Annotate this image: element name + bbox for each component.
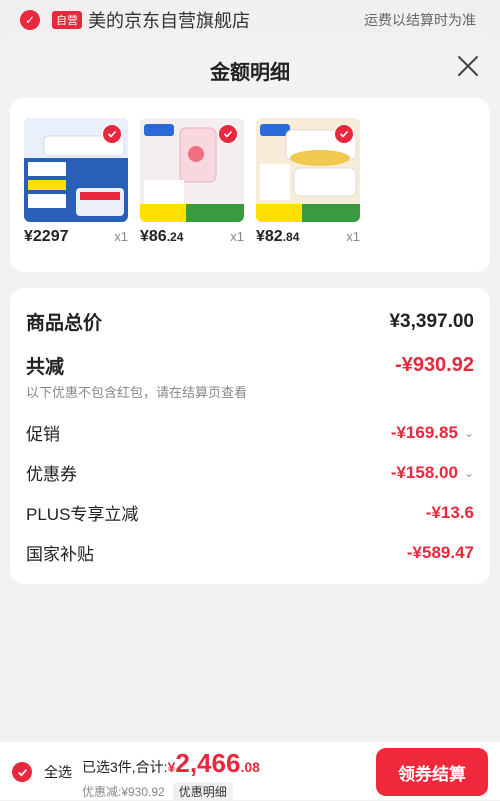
sheet-title: 金额明细: [210, 62, 290, 84]
checkout-button[interactable]: 领券结算: [376, 748, 488, 796]
promotion-value: -¥169.85 ⌄: [390, 422, 474, 442]
product-quantity: x1: [114, 229, 128, 244]
price-summary-card: 商品总价 ¥3,397.00 共减 -¥930.92 以下优惠不包含红包，请在结…: [10, 288, 490, 584]
total-price-label: 商品总价: [26, 313, 103, 334]
discount-detail-button[interactable]: 优惠明细: [172, 782, 233, 801]
product-price: ¥82.84: [256, 228, 300, 245]
total-price-row: 商品总价 ¥3,397.00: [26, 308, 474, 335]
total-reduce-value: -¥930.92: [395, 354, 474, 376]
promotion-row[interactable]: 促销 -¥169.85 ⌄: [26, 420, 474, 445]
product-quantity: x1: [230, 229, 244, 244]
total-price-value: ¥3,397.00: [389, 310, 474, 332]
product-price: ¥2297: [24, 228, 69, 245]
store-header: ✓ 自营 美的京东自营旗舰店 运费以结算时为准: [0, 0, 500, 40]
product-image: [256, 118, 360, 222]
product-image: [140, 118, 244, 222]
amount-detail-sheet: 金额明细 ¥2297 x1 ¥86.24 x1 ¥82.84 x1 商品总价 ¥…: [0, 36, 500, 800]
discount-note: 以下优惠不包含红包，请在结算页查看: [26, 385, 248, 400]
selected-count-label: 已选3件,合计:: [82, 759, 168, 775]
product-check-icon[interactable]: [334, 124, 354, 144]
total-amount: ¥2,466.08: [167, 748, 260, 778]
total-reduce-row: 共减 -¥930.92: [26, 352, 474, 379]
select-all-check-icon[interactable]: [12, 762, 32, 782]
chevron-down-icon: ⌄: [463, 465, 474, 480]
coupon-row[interactable]: 优惠券 -¥158.00 ⌄: [26, 460, 474, 485]
shipping-note: 运费以结算时为准: [364, 12, 476, 28]
product-check-icon[interactable]: [102, 124, 122, 144]
promotion-label: 促销: [26, 425, 60, 444]
bottom-checkout-bar: 全选 已选3件,合计: ¥2,466.08 优惠减:¥930.92 优惠明细 领…: [0, 742, 500, 801]
store-check-icon[interactable]: ✓: [20, 10, 40, 30]
product-list-card: ¥2297 x1 ¥86.24 x1 ¥82.84 x1: [10, 98, 490, 272]
plus-discount-value: -¥13.6: [425, 502, 474, 522]
product-image: [24, 118, 128, 222]
product-item[interactable]: ¥86.24 x1: [140, 118, 244, 246]
coupon-value: -¥158.00 ⌄: [390, 462, 474, 482]
national-subsidy-row: 国家补贴 -¥589.47: [26, 540, 474, 565]
product-item[interactable]: ¥2297 x1: [24, 118, 128, 246]
product-check-icon[interactable]: [218, 124, 238, 144]
discount-line: 优惠减:¥930.92 优惠明细: [82, 782, 233, 801]
total-reduce-label: 共减: [26, 357, 65, 378]
total-line: 已选3件,合计: ¥2,466.08: [82, 748, 260, 779]
national-subsidy-label: 国家补贴: [26, 545, 94, 564]
close-icon[interactable]: [456, 54, 480, 78]
product-quantity: x1: [346, 229, 360, 244]
plus-discount-row: PLUS专享立减 -¥13.6: [26, 500, 474, 525]
chevron-down-icon: ⌄: [463, 425, 474, 440]
national-subsidy-value: -¥589.47: [406, 542, 474, 562]
self-operated-tag: 自营: [52, 11, 82, 29]
product-item[interactable]: ¥82.84 x1: [256, 118, 360, 246]
store-name[interactable]: 美的京东自营旗舰店: [88, 7, 250, 33]
plus-discount-label: PLUS专享立减: [26, 505, 139, 524]
coupon-label: 优惠券: [26, 465, 77, 484]
select-all-label: 全选: [44, 764, 72, 780]
product-price: ¥86.24: [140, 228, 184, 245]
discount-amount: 优惠减:¥930.92: [82, 785, 165, 799]
select-all-toggle[interactable]: 全选: [12, 762, 72, 782]
